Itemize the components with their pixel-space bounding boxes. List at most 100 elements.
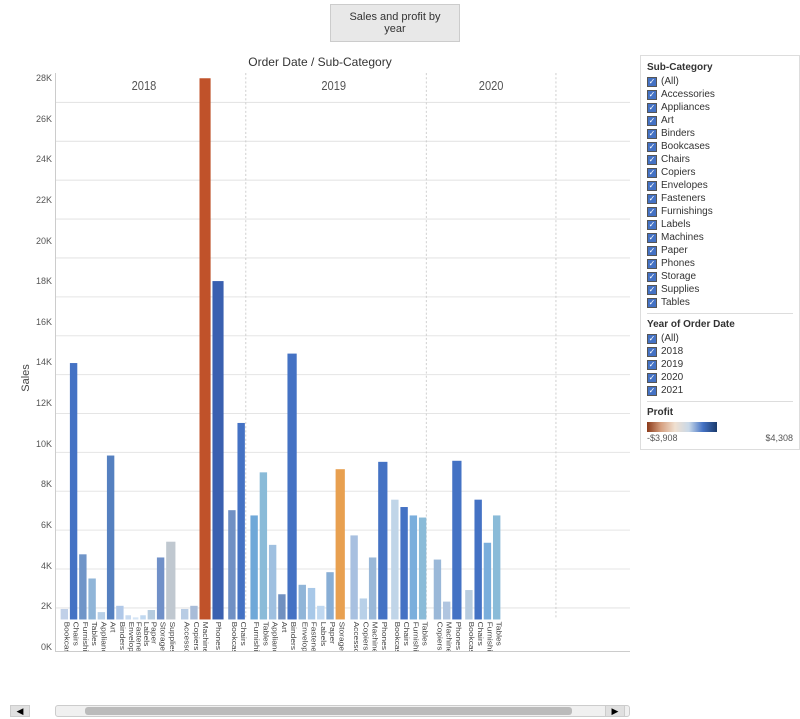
svg-text:Tables: Tables xyxy=(495,622,503,646)
legend-label: Storage xyxy=(661,271,696,282)
legend-checkbox[interactable]: ✓ xyxy=(647,168,657,178)
year-filter-item-2018[interactable]: ✓2018 xyxy=(647,346,793,357)
legend-checkbox[interactable]: ✓ xyxy=(647,285,657,295)
legend-item-accessories[interactable]: ✓ Accessories xyxy=(647,89,793,100)
y-tick: 10K xyxy=(36,439,52,449)
legend-item-appliances[interactable]: ✓ Appliances xyxy=(647,102,793,113)
svg-text:2019: 2019 xyxy=(321,78,346,93)
legend-item-chairs[interactable]: ✓Chairs xyxy=(647,154,793,165)
legend-checkbox[interactable]: ✓ xyxy=(647,207,657,217)
legend-label: Paper xyxy=(661,245,688,256)
legend-label: Furnishings xyxy=(661,206,713,217)
bar xyxy=(148,610,155,619)
year-checkbox[interactable]: ✓ xyxy=(647,334,657,344)
legend-checkbox[interactable]: ✓ xyxy=(647,142,657,152)
legend-item-machines[interactable]: ✓ Machines xyxy=(647,232,793,243)
legend-label: Machines xyxy=(661,232,704,243)
legend-checkbox[interactable]: ✓ xyxy=(647,90,657,100)
legend-checkbox[interactable]: ✓ xyxy=(647,129,657,139)
y-tick: 20K xyxy=(36,236,52,246)
svg-text:Furnishings: Furnishings xyxy=(486,622,494,651)
legend-checkbox[interactable]: ✓ xyxy=(647,194,657,204)
legend-checkbox[interactable]: ✓ xyxy=(647,181,657,191)
svg-text:2020: 2020 xyxy=(479,78,504,93)
bar xyxy=(336,469,345,619)
chart-title: Order Date / Sub-Category xyxy=(10,55,630,69)
bar xyxy=(443,602,450,620)
legend-label: Appliances xyxy=(661,102,710,113)
legend-checkbox[interactable]: ✓ xyxy=(647,246,657,256)
svg-text:Machines: Machines xyxy=(445,622,453,651)
legend-checkbox[interactable]: ✓ xyxy=(647,77,657,87)
legend-item-furnishings[interactable]: ✓ Furnishings xyxy=(647,206,793,217)
legend-item-copiers[interactable]: ✓Copiers xyxy=(647,167,793,178)
legend-item-storage[interactable]: ✓ Storage xyxy=(647,271,793,282)
legend-item-phones[interactable]: ✓Phones xyxy=(647,258,793,269)
legend-checkbox[interactable]: ✓ xyxy=(647,259,657,269)
bar xyxy=(278,594,285,619)
year-checkbox[interactable]: ✓ xyxy=(647,360,657,370)
svg-text:Bookcases: Bookcases xyxy=(467,622,475,651)
legend-label: Labels xyxy=(661,219,690,230)
bar xyxy=(250,515,257,619)
bar xyxy=(474,500,481,620)
bar xyxy=(181,609,188,620)
legend-item-binders[interactable]: ✓Binders xyxy=(647,128,793,139)
chart-svg: 2018 2019 2020 Bookcases Chairs Furnishi… xyxy=(56,73,630,651)
year-checkbox[interactable]: ✓ xyxy=(647,347,657,357)
svg-text:Art: Art xyxy=(280,622,288,634)
legend-checkbox[interactable]: ✓ xyxy=(647,103,657,113)
legend-item-art[interactable]: ✓ Art xyxy=(647,115,793,126)
year-filter-item-2020[interactable]: ✓ 2020 xyxy=(647,372,793,383)
legend-checkbox[interactable]: ✓ xyxy=(647,220,657,230)
profit-max: $4,308 xyxy=(765,433,793,443)
year-label: 2020 xyxy=(661,372,683,383)
legend-label: Accessories xyxy=(661,89,715,100)
profit-labels: -$3,908 $4,308 xyxy=(647,433,793,443)
year-checkbox[interactable]: ✓ xyxy=(647,373,657,383)
year-filter-title: Year of Order Date xyxy=(647,319,793,330)
legend-item-labels[interactable]: ✓ Labels xyxy=(647,219,793,230)
y-tick: 4K xyxy=(41,561,52,571)
legend-panel: Sub-Category ✓(All)✓Accessories✓Applianc… xyxy=(640,55,800,450)
legend-checkbox[interactable]: ✓ xyxy=(647,233,657,243)
legend-item-bookcases[interactable]: ✓Bookcases xyxy=(647,141,793,152)
legend-item-paper[interactable]: ✓ Paper xyxy=(647,245,793,256)
bar xyxy=(378,462,387,620)
bar xyxy=(434,560,441,620)
legend-checkbox[interactable]: ✓ xyxy=(647,155,657,165)
legend-item-tables[interactable]: ✓Tables xyxy=(647,297,793,308)
legend-item--all-[interactable]: ✓(All) xyxy=(647,76,793,87)
y-tick: 0K xyxy=(41,642,52,652)
svg-text:Chairs: Chairs xyxy=(402,622,410,646)
profit-legend-title: Profit xyxy=(647,407,793,418)
svg-text:Bookcases: Bookcases xyxy=(230,622,238,651)
year-filter-item-(all)[interactable]: ✓(All) xyxy=(647,333,793,344)
y-tick: 26K xyxy=(36,114,52,124)
svg-text:Copiers: Copiers xyxy=(192,622,200,651)
chart-area: Sales xyxy=(10,73,630,682)
year-label: 2019 xyxy=(661,359,683,370)
profit-gradient xyxy=(647,422,717,432)
legend-item-supplies[interactable]: ✓Supplies xyxy=(647,284,793,295)
legend-checkbox[interactable]: ✓ xyxy=(647,272,657,282)
legend-item-envelopes[interactable]: ✓Envelopes xyxy=(647,180,793,191)
legend-item-fasteners[interactable]: ✓Fasteners xyxy=(647,193,793,204)
bar xyxy=(350,535,357,619)
svg-text:Accessories: Accessories xyxy=(352,622,360,651)
bar xyxy=(70,363,77,619)
scrollbar-thumb[interactable] xyxy=(85,707,572,715)
bar xyxy=(237,423,244,620)
y-tick: 12K xyxy=(36,398,52,408)
legend-checkbox[interactable]: ✓ xyxy=(647,116,657,126)
legend-checkbox[interactable]: ✓ xyxy=(647,298,657,308)
bar xyxy=(400,507,407,619)
legend-label: Art xyxy=(661,115,674,126)
scroll-left-button[interactable]: ◀ xyxy=(10,705,30,717)
horizontal-scrollbar[interactable] xyxy=(55,705,630,717)
year-checkbox[interactable]: ✓ xyxy=(647,386,657,396)
year-filter-item-2019[interactable]: ✓ 2019 xyxy=(647,359,793,370)
svg-text:Tables: Tables xyxy=(421,622,429,646)
scroll-right-button[interactable]: ▶ xyxy=(605,705,625,717)
year-filter-item-2021[interactable]: ✓2021 xyxy=(647,385,793,396)
